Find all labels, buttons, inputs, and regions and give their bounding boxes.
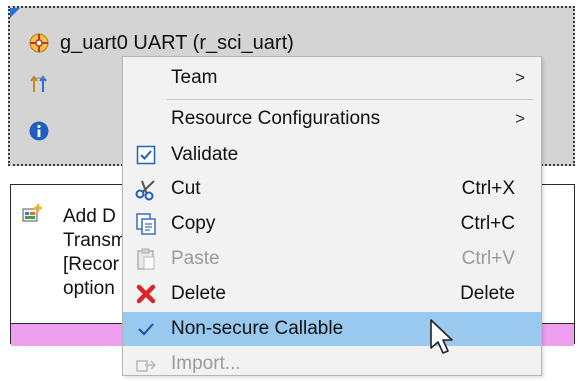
description-line: Add D <box>63 206 116 227</box>
add-stack-icon[interactable] <box>21 203 43 225</box>
menu-item-team[interactable]: Team > <box>123 61 541 95</box>
description-text: Add D Transm [Recor option <box>63 205 127 301</box>
menu-item-shortcut: Delete <box>460 283 515 304</box>
menu-item-resource-configurations[interactable]: Resource Configurations > <box>123 102 541 136</box>
menu-item-paste[interactable]: Paste Ctrl+V <box>123 242 541 276</box>
description-line: option <box>63 278 115 299</box>
stack-title-row[interactable]: g_uart0 UART (r_sci_uart) <box>28 30 294 56</box>
menu-item-shortcut: Ctrl+V <box>461 248 515 269</box>
submenu-arrow-icon: > <box>515 68 525 87</box>
menu-item-label: Import... <box>171 353 241 374</box>
menu-item-label: Copy <box>171 213 216 234</box>
menu-item-label: Resource Configurations <box>171 108 381 129</box>
submenu-arrow-icon: > <box>515 109 525 128</box>
module-icon <box>28 32 50 54</box>
stack-title: g_uart0 UART (r_sci_uart) <box>60 31 294 54</box>
menu-item-delete[interactable]: Delete Delete <box>123 277 541 311</box>
mouse-pointer-icon <box>428 318 458 356</box>
menu-separator <box>167 99 533 100</box>
copy-icon <box>133 211 159 237</box>
menu-item-label: Delete <box>171 283 226 304</box>
menu-item-label: Paste <box>171 248 220 269</box>
checkmark-icon <box>133 316 159 342</box>
menu-item-shortcut: Ctrl+X <box>461 178 515 199</box>
stack-tree-icon[interactable] <box>28 72 50 94</box>
menu-item-shortcut: Ctrl+C <box>460 213 515 234</box>
menu-item-cut[interactable]: Cut Ctrl+X <box>123 172 541 206</box>
menu-item-label: Cut <box>171 178 201 199</box>
info-icon[interactable] <box>28 120 50 142</box>
red-x-icon <box>133 281 159 307</box>
paste-icon <box>133 246 159 272</box>
menu-item-import[interactable]: Import... <box>123 347 541 381</box>
context-menu[interactable]: Team > Resource Configurations > Validat… <box>122 56 542 376</box>
menu-item-label: Non-secure Callable <box>171 318 344 339</box>
selection-corner-marker <box>10 8 20 18</box>
checkbox-icon <box>133 142 159 168</box>
scissors-icon <box>133 176 159 202</box>
menu-item-label: Validate <box>171 144 239 165</box>
menu-item-copy[interactable]: Copy Ctrl+C <box>123 207 541 241</box>
description-line: Transm <box>63 230 127 251</box>
description-line: [Recor <box>63 254 119 275</box>
menu-item-label: Team <box>171 67 218 88</box>
menu-item-non-secure-callable[interactable]: Non-secure Callable <box>123 312 541 346</box>
menu-item-validate[interactable]: Validate <box>123 138 541 172</box>
import-icon <box>133 351 159 377</box>
